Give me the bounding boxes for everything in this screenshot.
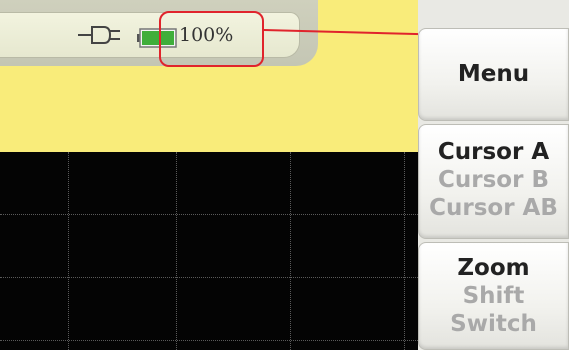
grid-line-horizontal — [0, 277, 418, 278]
cursor-option-b: Cursor B — [438, 167, 549, 193]
zoom-option-zoom: Zoom — [457, 255, 530, 281]
grid-line-vertical — [176, 152, 177, 350]
menu-button[interactable]: Menu — [418, 28, 569, 121]
plug-icon — [78, 26, 120, 44]
cursor-mode-button[interactable]: Cursor A Cursor B Cursor AB — [418, 124, 569, 239]
cursor-option-a: Cursor A — [437, 139, 550, 165]
grid-line-vertical — [68, 152, 69, 350]
waveform-display[interactable] — [0, 152, 418, 350]
grid-line-vertical — [404, 152, 405, 350]
menu-button-label: Menu — [457, 61, 530, 87]
zoom-option-shift: Shift — [462, 283, 525, 309]
cursor-option-ab: Cursor AB — [429, 195, 558, 221]
grid-line-vertical — [290, 152, 291, 350]
instrument-screen: 100% Menu Cursor A Cursor B Cursor AB Zo… — [0, 0, 569, 350]
zoom-option-switch: Switch — [450, 311, 537, 337]
grid-line-horizontal — [0, 214, 418, 215]
grid-line-horizontal — [0, 340, 418, 341]
zoom-mode-button[interactable]: Zoom Shift Switch — [418, 242, 569, 350]
annotation-callout-box — [159, 11, 264, 67]
